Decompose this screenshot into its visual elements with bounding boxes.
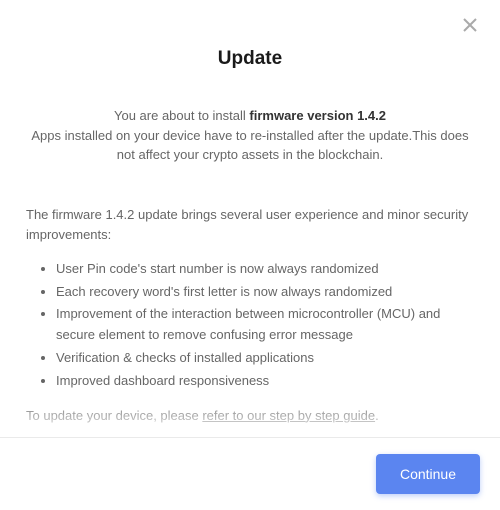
guide-pre: To update your device, please bbox=[26, 408, 202, 423]
list-item: User Pin code's start number is now alwa… bbox=[56, 259, 474, 280]
modal-header: Update bbox=[0, 0, 500, 88]
list-item: Improvement of the interaction between m… bbox=[56, 304, 474, 346]
intro-line2: Apps installed on your device have to re… bbox=[31, 128, 468, 163]
modal-body: The firmware 1.4.2 update brings several… bbox=[0, 185, 500, 438]
list-item: Verification & checks of installed appli… bbox=[56, 348, 474, 369]
guide-text: To update your device, please refer to o… bbox=[26, 406, 474, 426]
list-item: Improved dashboard responsiveness bbox=[56, 371, 474, 392]
modal-footer: Continue bbox=[0, 437, 500, 510]
intro-firmware-version: firmware version 1.4.2 bbox=[249, 108, 386, 123]
continue-button[interactable]: Continue bbox=[376, 454, 480, 494]
step-by-step-guide-link[interactable]: refer to our step by step guide bbox=[202, 408, 375, 423]
guide-post: . bbox=[375, 408, 379, 423]
list-item: Each recovery word's first letter is now… bbox=[56, 282, 474, 303]
close-icon bbox=[463, 18, 477, 35]
changelog-list: User Pin code's start number is now alwa… bbox=[26, 259, 474, 392]
changelog-lead: The firmware 1.4.2 update brings several… bbox=[26, 205, 474, 245]
update-modal: Update You are about to install firmware… bbox=[0, 0, 500, 510]
intro-line1-pre: You are about to install bbox=[114, 108, 249, 123]
modal-title: Update bbox=[20, 48, 480, 70]
close-button[interactable] bbox=[460, 16, 480, 36]
intro-text: You are about to install firmware versio… bbox=[0, 88, 500, 185]
